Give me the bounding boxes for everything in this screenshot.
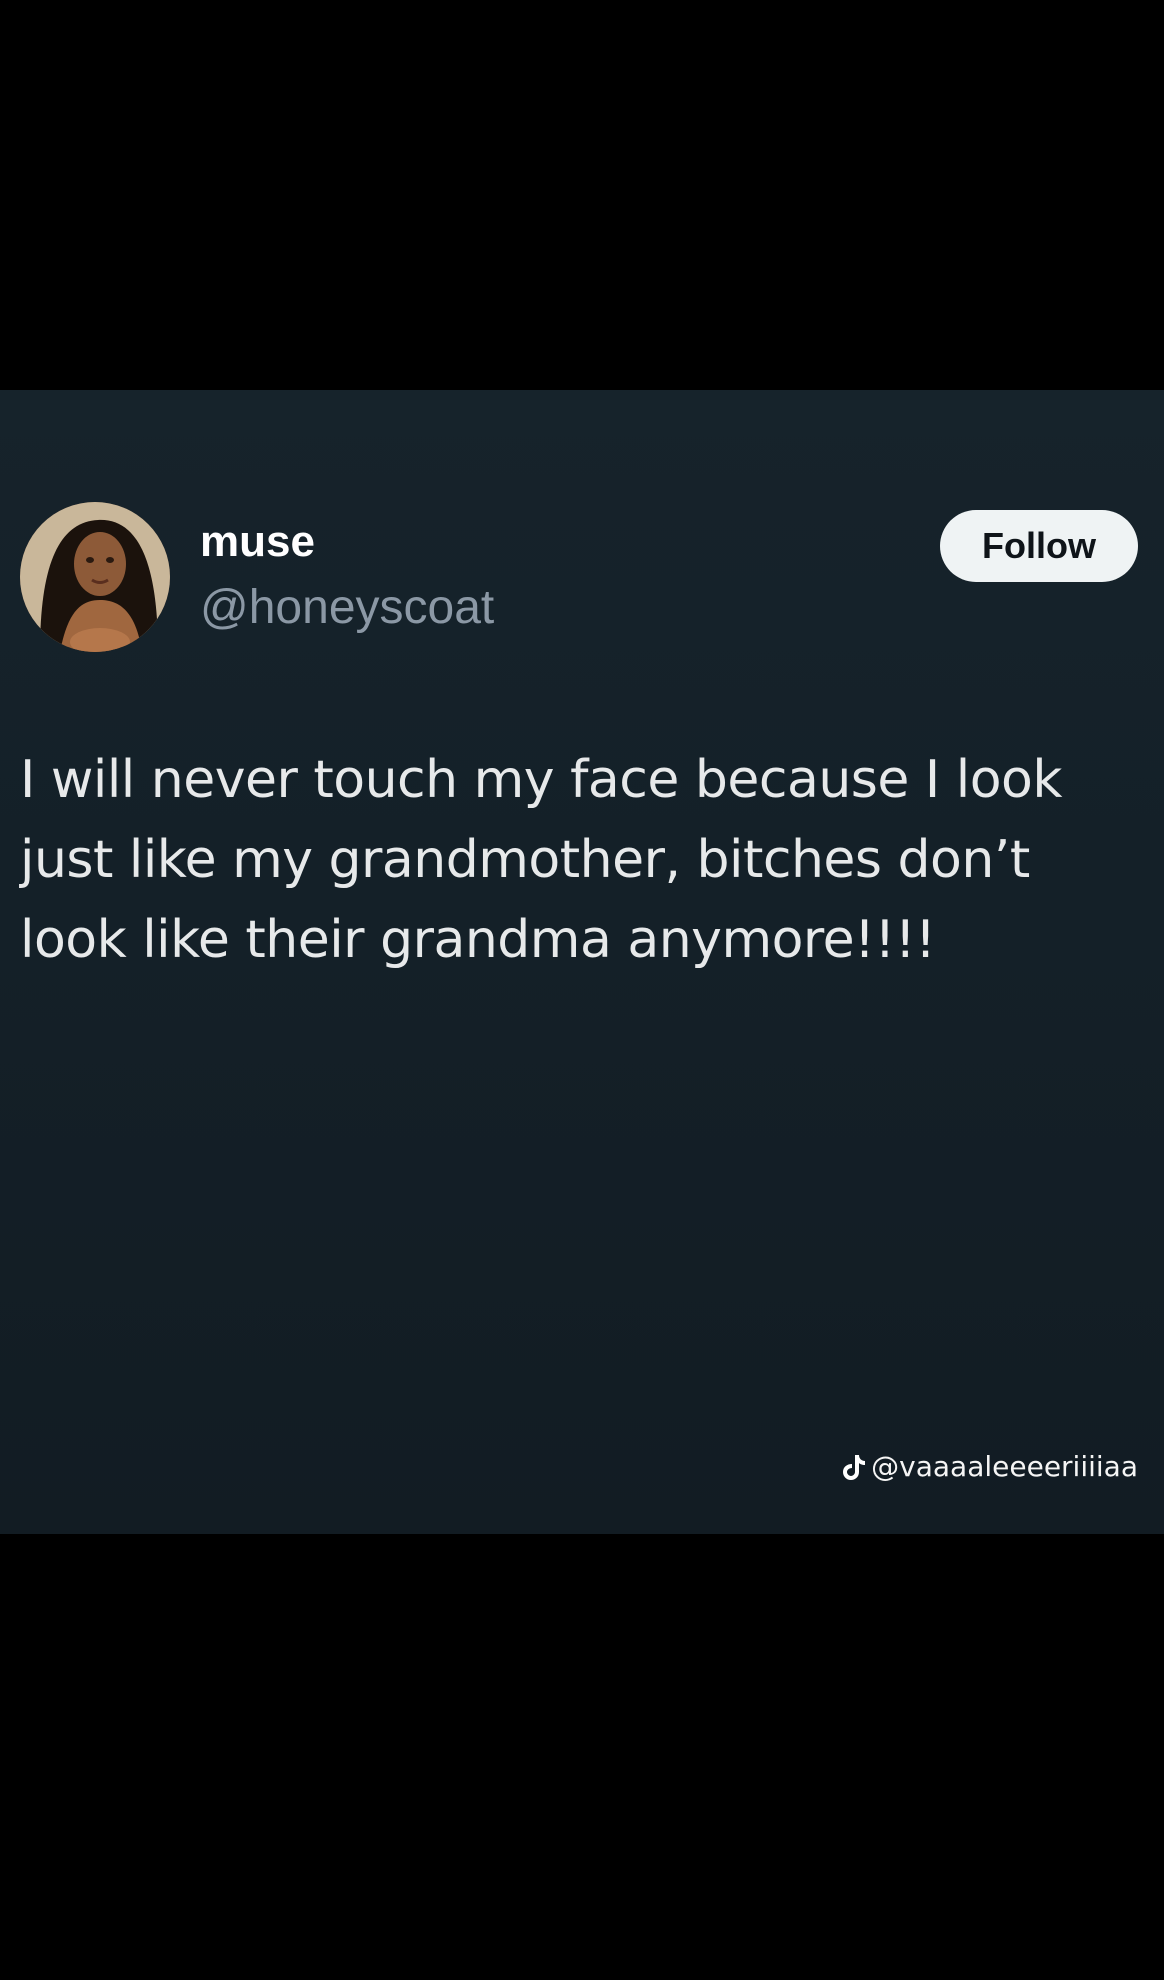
tiktok-icon — [841, 1453, 867, 1481]
tiktok-watermark: @vaaaaleeeeriiiiaa — [841, 1450, 1138, 1483]
display-name[interactable]: muse — [200, 520, 315, 564]
tweet-text: I will never touch my face because I loo… — [20, 750, 1062, 970]
follow-button[interactable]: Follow — [940, 510, 1138, 582]
user-handle[interactable]: @honeyscoat — [200, 584, 494, 632]
watermark-username: @vaaaaleeeeriiiiaa — [871, 1450, 1138, 1483]
bottom-letterbox — [0, 1534, 1164, 1980]
tweet-card: muse @honeyscoat Follow I will never tou… — [0, 390, 1164, 1534]
avatar-photo — [20, 502, 170, 652]
top-letterbox — [0, 0, 1164, 390]
avatar[interactable] — [20, 502, 170, 652]
